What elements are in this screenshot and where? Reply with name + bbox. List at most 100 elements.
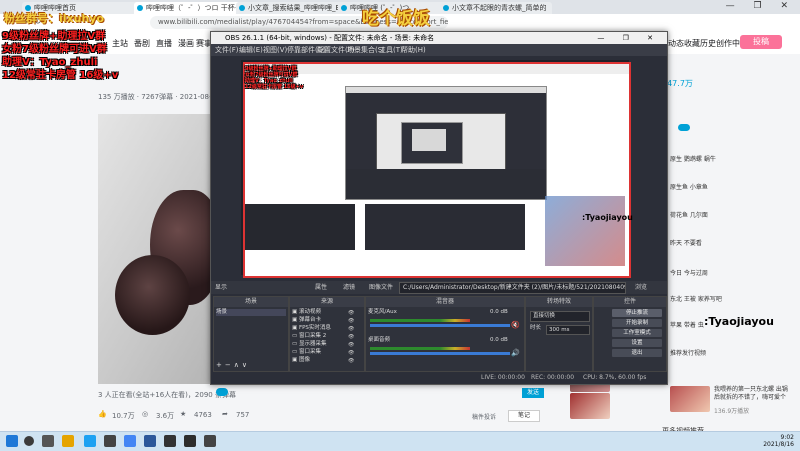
nested-capture xyxy=(401,122,463,164)
image-source-icon: ▣ xyxy=(292,317,299,323)
app-icon[interactable] xyxy=(204,435,216,447)
duration-label: 时长 xyxy=(530,325,542,331)
nav-item[interactable]: 收藏 xyxy=(684,38,700,49)
image-source-icon: ▣ xyxy=(292,357,299,363)
monitor-source-icon: ▭ xyxy=(292,341,299,347)
obs-icon[interactable] xyxy=(104,435,116,447)
obs-title: OBS 26.1.1 (64-bit, windows) - 配置文件: 未命名… xyxy=(225,34,435,42)
obs-titlebar[interactable]: OBS 26.1.1 (64-bit, windows) - 配置文件: 未命名… xyxy=(211,32,667,44)
duration-input[interactable]: 300 ms xyxy=(546,325,590,335)
browser-tab-active[interactable]: 哔哩哔哩（゜-゜）つロ 干杯~-bili xyxy=(134,2,246,14)
browse-button[interactable]: 浏览 xyxy=(635,281,647,294)
menu-view[interactable]: 视图(V) xyxy=(263,44,287,56)
mute-icon[interactable]: 🔇 xyxy=(511,321,520,329)
file-explorer-icon[interactable] xyxy=(62,435,74,447)
favorite-count: 4763 xyxy=(194,411,212,419)
danmaku-toggle[interactable] xyxy=(216,388,228,396)
transition-select[interactable]: 直接切换 xyxy=(530,311,590,322)
menu-file[interactable]: 文件(F) xyxy=(215,44,239,56)
report-link[interactable]: 稿件投诉 xyxy=(472,412,496,421)
source-item[interactable]: ▣ 图像 xyxy=(292,357,310,364)
mixer-channel-db: 0.0 dB xyxy=(490,337,508,343)
nested-capture xyxy=(345,86,547,200)
mid-name-tag: :Tyaojiayou xyxy=(582,213,633,222)
list-item[interactable]: 今日 今与过周 xyxy=(670,270,790,298)
nav-item[interactable]: 历史 xyxy=(700,38,716,49)
scene-add-remove-icon[interactable]: +−∧∨ xyxy=(216,361,250,369)
send-danmaku-button[interactable]: 发送 xyxy=(522,388,544,398)
upload-button[interactable]: 投稿 xyxy=(740,35,782,49)
obs-preview-canvas[interactable] xyxy=(241,60,631,278)
scene-item[interactable]: 场景 xyxy=(216,309,286,316)
menu-help[interactable]: 帮助(H) xyxy=(401,44,426,56)
volume-slider[interactable] xyxy=(370,324,510,327)
video-actions: 👍 10.7万 ◎ 3.6万 ★ 4763 ➦ 757 xyxy=(98,410,358,424)
autoplay-toggle[interactable] xyxy=(678,124,690,131)
favorite-icon[interactable]: ★ xyxy=(180,410,186,418)
coin-icon[interactable]: ◎ xyxy=(142,410,148,418)
search-icon[interactable] xyxy=(24,436,34,446)
menu-edit[interactable]: 编辑(E) xyxy=(239,44,263,56)
app-icon[interactable] xyxy=(184,435,196,447)
obs-statusbar: LIVE: 00:00:00 REC: 00:00:00 CPU: 8.7%, … xyxy=(211,372,667,383)
taskbar-clock[interactable]: 9:02 2021/8/16 xyxy=(763,434,794,448)
window-source-icon: ▭ xyxy=(292,349,299,355)
image-file-label: 图像文件 xyxy=(369,284,394,291)
source-item[interactable]: ▣ 滚动视频 xyxy=(292,309,321,316)
bilibili-favicon-icon xyxy=(443,5,449,11)
nested-overlay-text: 9级粉丝牌+助理拉V群 女粉7级粉丝牌可进V群 助理V：Tyao_zhuli 1… xyxy=(245,66,304,90)
list-item[interactable]: 荷花鱼 几尔面 xyxy=(670,212,790,240)
window-source-icon: ▭ xyxy=(292,333,299,339)
eye-lock-icons[interactable]: 👁 👁 👁 👁 👁 👁 👁 xyxy=(348,309,362,365)
nav-item[interactable]: 漫画 xyxy=(178,38,194,49)
studio-mode-button[interactable]: 工作室模式 xyxy=(612,329,662,337)
chrome-icon[interactable] xyxy=(124,435,136,447)
source-item[interactable]: ▣ 弹幕台卡 xyxy=(292,317,321,324)
right-name-tag: :Tyaojiayou xyxy=(704,315,774,328)
mixer-dock-title: 混音器 xyxy=(366,297,524,307)
clock-time: 9:02 xyxy=(780,434,794,441)
list-item[interactable]: 原生鱼 小章鱼 xyxy=(670,184,790,212)
rec-timer: REC: 00:00:00 xyxy=(531,374,575,381)
video-thumbnail[interactable] xyxy=(570,393,610,419)
stop-streaming-button[interactable]: 停止推流 xyxy=(612,309,662,317)
window-controls[interactable]: — ❐ ✕ xyxy=(726,1,796,11)
task-view-icon[interactable] xyxy=(42,435,54,447)
like-icon[interactable]: 👍 xyxy=(98,410,107,418)
list-item[interactable]: 原生 鹦鹉螺 蜗牛 xyxy=(670,156,790,184)
exit-button[interactable]: 退出 xyxy=(612,349,662,357)
note-button[interactable]: 笔记 xyxy=(508,410,540,422)
edge-icon[interactable] xyxy=(84,435,96,447)
source-item[interactable]: ▭ 显示器采集 xyxy=(292,341,326,348)
source-item[interactable]: ▭ 窗口采集 2 xyxy=(292,333,326,340)
image-path-input[interactable]: C:/Users/Administrator/Desktop/新建文件夹 (2)… xyxy=(399,282,626,294)
image-source-icon: ▣ xyxy=(292,309,299,315)
source-item[interactable]: ▣ FPS实时消息 xyxy=(292,325,331,332)
browser-tab[interactable]: 小文章不起眼的青衣螺_简单的 xyxy=(440,2,552,14)
filters-button[interactable]: 滤镜 xyxy=(343,281,355,294)
app-icon[interactable] xyxy=(144,435,156,447)
controls-dock: 控件 停止推流 开始录制 工作室模式 设置 退出 xyxy=(593,296,667,372)
obs-window[interactable]: OBS 26.1.1 (64-bit, windows) - 配置文件: 未命名… xyxy=(210,31,668,385)
nav-item[interactable]: 番剧 xyxy=(134,38,150,49)
recommend-sidebar: 247.7万 原生 鹦鹉螺 蜗牛 原生鱼 小章鱼 荷花鱼 几尔面 昨天 不要看 … xyxy=(662,60,800,450)
menu-tools[interactable]: 工具(T) xyxy=(379,44,403,56)
source-item[interactable]: ▭ 窗口采集 xyxy=(292,349,321,356)
mixer-channel-db: 0.0 dB xyxy=(490,309,508,315)
mixer-channel-name: 桌面音频 xyxy=(368,337,391,343)
start-icon[interactable] xyxy=(6,435,18,447)
settings-button[interactable]: 设置 xyxy=(612,339,662,347)
app-icon[interactable] xyxy=(164,435,176,447)
start-recording-button[interactable]: 开始录制 xyxy=(612,319,662,327)
volume-slider[interactable] xyxy=(370,352,510,355)
speaker-icon[interactable]: 🔊 xyxy=(511,349,520,357)
obs-window-controls[interactable]: — ❐ ✕ xyxy=(597,32,661,44)
browser-tab[interactable]: 小文章_搜索结果_哔哩哔哩_B站 xyxy=(236,2,348,14)
share-icon[interactable]: ➦ xyxy=(222,410,228,418)
nav-item[interactable]: 直播 xyxy=(156,38,172,49)
list-item[interactable]: 推荐发行视频 xyxy=(670,350,790,378)
clock-date: 2021/8/16 xyxy=(763,441,794,448)
nav-item[interactable]: 动态 xyxy=(668,38,684,49)
properties-button[interactable]: 属性 xyxy=(315,281,327,294)
list-item[interactable]: 昨天 不要看 xyxy=(670,240,790,268)
